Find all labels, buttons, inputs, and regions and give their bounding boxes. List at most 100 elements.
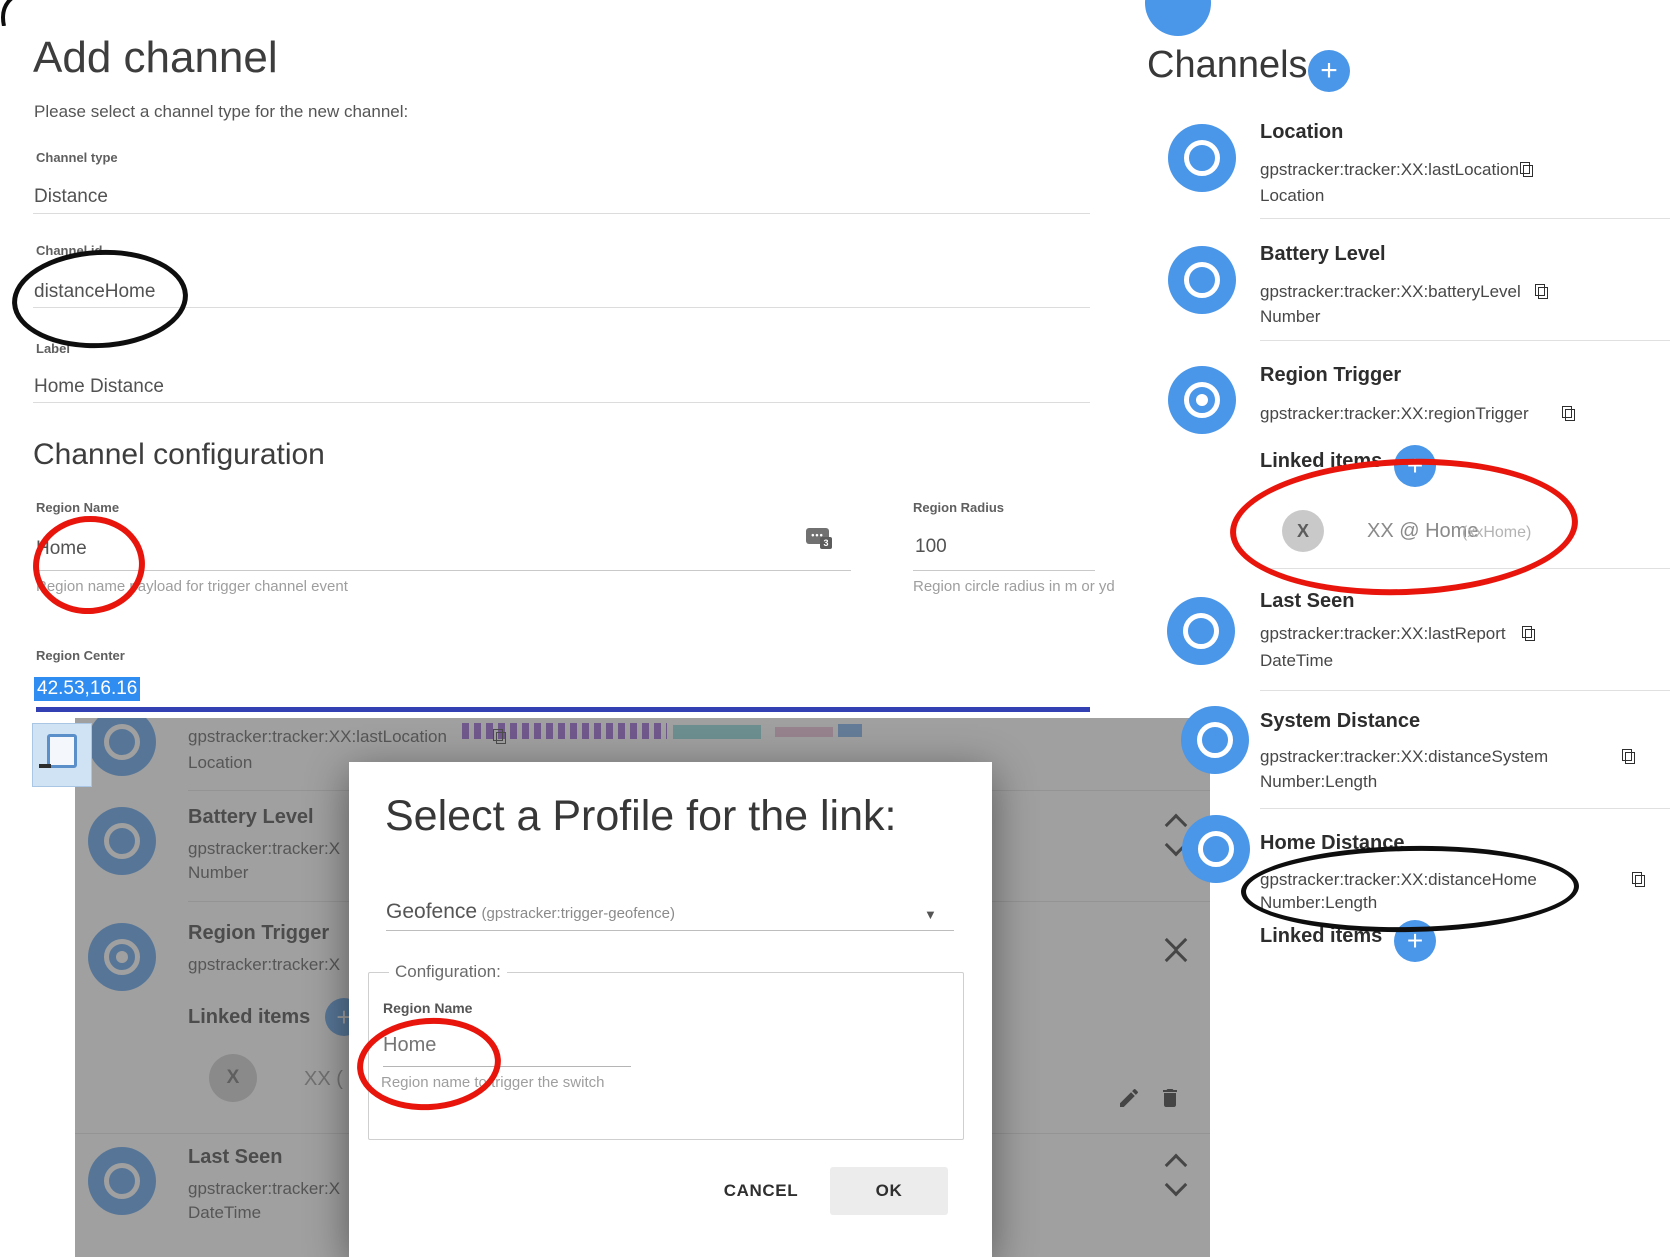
- region-trigger-channel-icon: [88, 923, 156, 991]
- label-field-input[interactable]: Home Distance: [34, 376, 164, 398]
- battery-channel-title: Battery Level: [188, 806, 314, 829]
- battery-channel-icon: [88, 807, 156, 875]
- add-linked-item-button[interactable]: +: [1394, 445, 1436, 487]
- channels-title: Channels: [1147, 44, 1308, 87]
- annotation-ellipse-region-name: [29, 511, 149, 618]
- channel-type: DateTime: [1260, 651, 1333, 671]
- page-title: Add channel: [33, 33, 278, 83]
- region-name-helper: Region name payload for trigger channel …: [36, 578, 348, 595]
- region-radius-underline: [913, 570, 1095, 571]
- battery-channel-icon: [1168, 246, 1236, 314]
- region-name-label: Region Name: [36, 500, 119, 515]
- chevron-down-icon[interactable]: ▼: [924, 907, 937, 922]
- copy-icon[interactable]: [1535, 284, 1548, 299]
- channel-title: Battery Level: [1260, 243, 1386, 266]
- channel-title: System Distance: [1260, 710, 1420, 733]
- edit-icon[interactable]: [1117, 1086, 1141, 1110]
- channel-type-label: Channel type: [36, 150, 118, 165]
- region-radius-helper: Region circle radius in m or yd: [913, 578, 1115, 595]
- map-blue-patch: [838, 724, 862, 737]
- add-channel-button[interactable]: +: [1308, 50, 1350, 92]
- row-divider: [1260, 808, 1670, 809]
- copy-icon[interactable]: [1522, 626, 1535, 641]
- location-channel-uid: gpstracker:tracker:XX:lastLocation: [188, 727, 447, 747]
- row-divider: [1260, 568, 1670, 569]
- region-radius-label: Region Radius: [913, 500, 1004, 515]
- channel-type: Number:Length: [1260, 893, 1377, 913]
- region-name-input[interactable]: Home: [36, 538, 87, 560]
- profile-select-underline: [386, 930, 954, 931]
- copy-icon[interactable]: [1622, 749, 1635, 764]
- channel-uid: gpstracker:tracker:XX:lastReport: [1260, 624, 1506, 644]
- dialog-title: Select a Profile for the link:: [385, 792, 896, 841]
- last-seen-channel-type: DateTime: [188, 1203, 261, 1223]
- last-seen-channel-icon: [88, 1147, 156, 1215]
- cancel-button[interactable]: CANCEL: [711, 1172, 811, 1210]
- linked-item-avatar: X: [209, 1054, 257, 1102]
- delete-icon[interactable]: [1158, 1086, 1182, 1110]
- profile-select-value: Geofence: [386, 900, 477, 923]
- profile-dialog: Select a Profile for the link: Geofence …: [349, 762, 992, 1257]
- reorder-chevrons[interactable]: [1168, 817, 1184, 853]
- channel-type-value[interactable]: Distance: [34, 186, 108, 208]
- region-trigger-channel-icon: [1168, 366, 1236, 434]
- row-divider: [1260, 218, 1670, 219]
- linked-item-label: XX @ Home: [1367, 520, 1478, 543]
- channel-configuration-heading: Channel configuration: [33, 438, 325, 472]
- map-pink-patch: [775, 727, 833, 737]
- region-center-focus-underline: [36, 707, 1090, 712]
- battery-channel-type: Number: [188, 863, 248, 883]
- reorder-chevrons[interactable]: [1168, 1157, 1184, 1193]
- linked-items-heading: Linked items: [1260, 925, 1382, 948]
- copy-icon[interactable]: [493, 729, 506, 744]
- region-trigger-channel-uid: gpstracker:tracker:X: [188, 955, 340, 975]
- copy-icon[interactable]: [1562, 406, 1575, 421]
- linked-items-heading: Linked items: [188, 1006, 310, 1029]
- region-radius-input[interactable]: 100: [915, 536, 947, 558]
- row-divider: [1260, 340, 1670, 341]
- channel-uid: gpstracker:tracker:XX:batteryLevel: [1260, 282, 1521, 302]
- region-name-underline: [36, 570, 851, 571]
- linked-item-label: XX (: [304, 1068, 343, 1091]
- channel-uid: gpstracker:tracker:XX:regionTrigger: [1260, 404, 1529, 424]
- map-teal-patch: [673, 725, 761, 739]
- last-seen-channel-icon: [1167, 597, 1235, 665]
- channel-uid: gpstracker:tracker:XX:distanceSystem: [1260, 747, 1548, 767]
- channel-id-underline: [33, 307, 1090, 308]
- region-center-input[interactable]: 42.53,16.16: [34, 677, 140, 701]
- form-fill-extension-icon[interactable]: ••• 3: [806, 528, 832, 549]
- channel-id-input[interactable]: distanceHome: [34, 281, 155, 303]
- channel-title: Home Distance: [1260, 832, 1405, 855]
- add-linked-item-button[interactable]: +: [1394, 920, 1436, 962]
- label-field-label: Label: [36, 341, 70, 356]
- copy-icon[interactable]: [1520, 162, 1533, 177]
- channel-type: Location: [1260, 186, 1324, 206]
- channel-title: Last Seen: [1260, 590, 1354, 613]
- channel-id-label: Channel id: [36, 243, 102, 258]
- location-channel-icon: [88, 718, 156, 776]
- location-channel-type: Location: [188, 753, 252, 773]
- region-name-helper: Region name to trigger the switch: [381, 1074, 604, 1091]
- channel-type-underline: [33, 213, 1090, 214]
- map-widget-corner: [32, 723, 92, 787]
- map-label-strip: [462, 723, 667, 739]
- linked-item-id: (xxHome): [1462, 524, 1531, 542]
- configuration-fieldset: Configuration: Region Name Home Region n…: [368, 962, 964, 1140]
- region-name-input[interactable]: Home: [383, 1034, 436, 1057]
- copy-icon[interactable]: [1632, 872, 1645, 887]
- profile-select[interactable]: Geofence (gpstracker:trigger-geofence): [386, 900, 675, 924]
- page-subtitle: Please select a channel type for the new…: [34, 102, 408, 122]
- row-divider: [1260, 690, 1670, 691]
- channel-uid: gpstracker:tracker:XX:lastLocation: [1260, 160, 1519, 180]
- channel-uid: gpstracker:tracker:XX:distanceHome: [1260, 870, 1537, 890]
- channel-type: Number:Length: [1260, 772, 1377, 792]
- last-seen-channel-title: Last Seen: [188, 1146, 282, 1169]
- annotation-stroke: [0, 0, 16, 26]
- extension-count-badge: 3: [820, 537, 832, 549]
- battery-channel-uid: gpstracker:tracker:X: [188, 839, 340, 859]
- ok-button[interactable]: OK: [830, 1167, 948, 1215]
- last-seen-channel-uid: gpstracker:tracker:X: [188, 1179, 340, 1199]
- profile-select-detail: (gpstracker:trigger-geofence): [482, 905, 675, 922]
- collapse-chevrons[interactable]: [1168, 932, 1184, 968]
- clipped-avatar-icon: [1145, 0, 1211, 36]
